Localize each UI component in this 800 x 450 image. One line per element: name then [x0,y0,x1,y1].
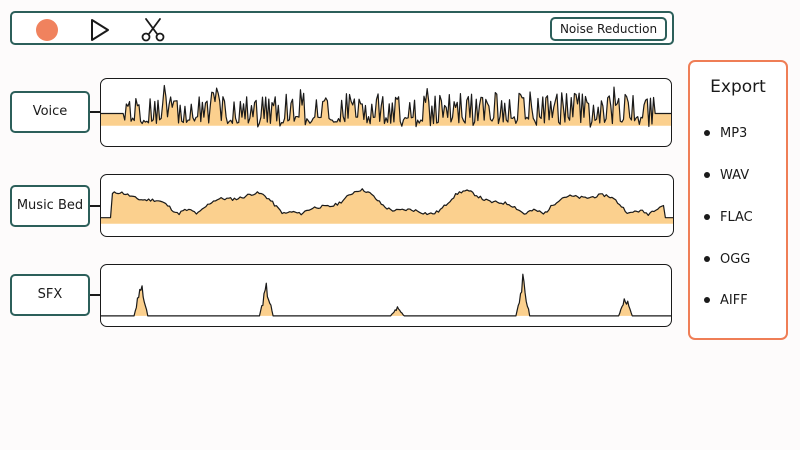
voice-waveform-lane[interactable] [100,78,672,147]
music-bed-waveform [101,188,673,224]
export-option-wav[interactable]: WAV [704,167,749,185]
export-title: Export [710,77,766,97]
bullet-icon [704,296,710,303]
export-option-label: MP3 [720,126,748,141]
record-button[interactable] [36,19,58,41]
export-option-label: AIFF [720,293,748,308]
track-label-voice[interactable]: Voice [10,91,90,133]
bullet-icon [704,129,710,136]
export-panel: Export MP3 WAV FLAC OGG AIFF [688,60,788,340]
bullet-icon [704,255,710,262]
voice-waveform [101,84,671,128]
scissors-icon[interactable] [140,17,166,43]
toolbar: Noise Reduction [10,11,674,45]
waveform-fill [101,274,671,316]
export-option-ogg[interactable]: OGG [704,251,750,269]
export-option-label: WAV [720,168,750,183]
noise-reduction-button[interactable]: Noise Reduction [550,17,667,41]
export-option-label: OGG [720,252,751,267]
track-label-music-bed[interactable]: Music Bed [10,185,90,227]
waveform-line [101,273,671,317]
export-option-aiff[interactable]: AIFF [704,292,748,310]
sfx-waveform [101,273,671,317]
bullet-icon [704,213,710,220]
export-option-flac[interactable]: FLAC [704,209,753,227]
export-option-mp3[interactable]: MP3 [704,125,747,143]
music-bed-waveform-lane[interactable] [100,174,674,237]
track-label-sfx[interactable]: SFX [10,274,90,316]
waveform-fill [101,188,673,224]
play-icon[interactable] [89,18,111,42]
export-option-label: FLAC [720,210,753,225]
bullet-icon [704,171,710,178]
sfx-waveform-lane[interactable] [100,264,672,327]
